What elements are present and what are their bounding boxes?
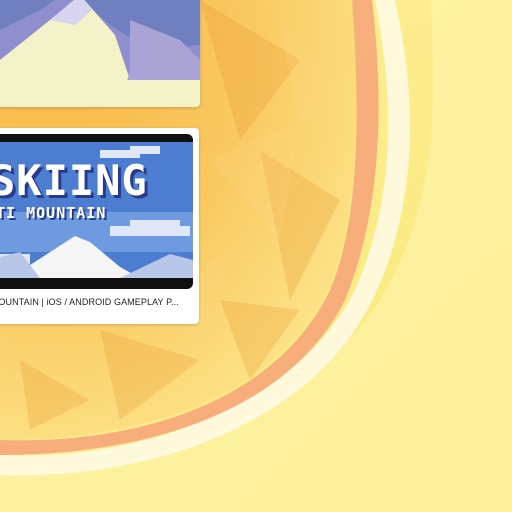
video-caption[interactable]: TI MOUNTAIN | iOS / ANDROID GAMEPLAY P..… (0, 292, 192, 312)
game-title: SKIING (0, 156, 148, 205)
video-card[interactable]: SKIING ETI MOUNTAIN TI MOUNTAIN | iOS / … (0, 128, 199, 324)
mountain-thumbnail (0, 0, 200, 107)
game-subtitle: ETI MOUNTAIN (0, 204, 107, 222)
thumbnail-card-top[interactable] (0, 0, 200, 107)
video-thumbnail[interactable]: SKIING ETI MOUNTAIN (0, 134, 193, 289)
